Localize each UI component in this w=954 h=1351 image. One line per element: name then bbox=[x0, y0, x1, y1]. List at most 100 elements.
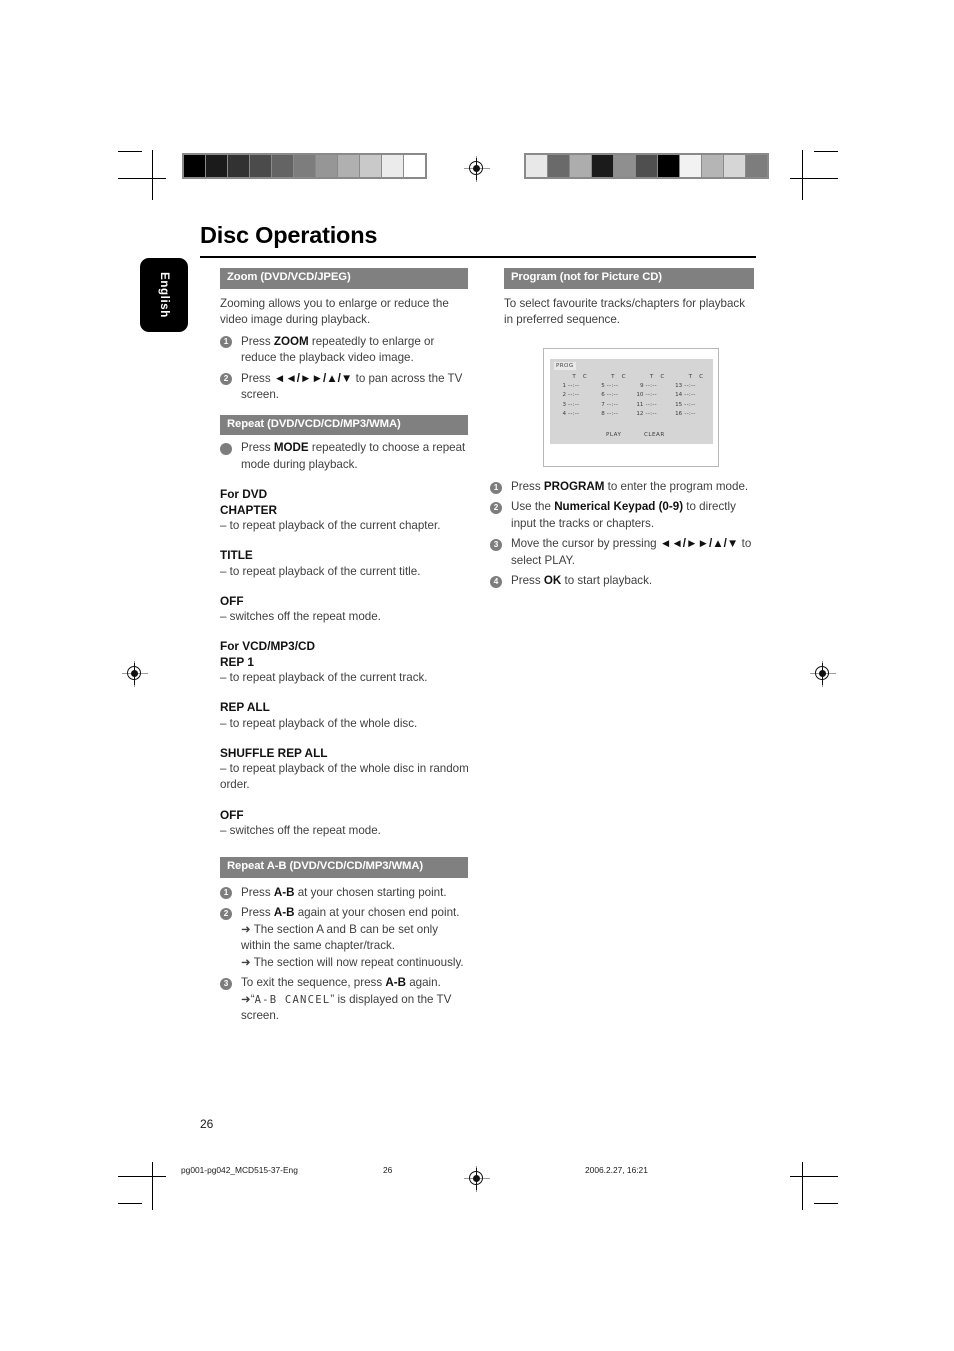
color-swatch bbox=[526, 155, 547, 177]
program-slot-value[interactable]: --:-- bbox=[607, 409, 633, 418]
left-column: Zoom (DVD/VCD/JPEG) Zooming allows you t… bbox=[220, 268, 470, 1029]
program-slot-number: 8 bbox=[601, 410, 605, 417]
repeat-mode-shuffle-block: SHUFFLE REP ALL – to repeat playback of … bbox=[220, 746, 470, 794]
repeat-mode-desc: – to repeat playback of the whole disc. bbox=[220, 716, 418, 730]
program-slot-number: 4 bbox=[562, 410, 566, 417]
repeat-bullet-pre: Press bbox=[241, 441, 274, 455]
program-slot-value[interactable]: --:-- bbox=[684, 382, 710, 391]
column-header-tc: T C bbox=[688, 373, 706, 380]
color-swatch bbox=[592, 155, 613, 177]
program-slot-number: 7 bbox=[601, 401, 605, 408]
color-swatch bbox=[360, 155, 381, 177]
program-slot-value[interactable]: --:-- bbox=[568, 382, 594, 391]
program-track-grid: T CT CT CT C 1 --:-- 5 --:-- 9 --:-- 13 --:-- 2 --… bbox=[555, 372, 710, 418]
program-screen-inner: PROG T CT CT CT C 1 --:-- 5 --:-- 9 --:-- 13 --:… bbox=[550, 359, 713, 444]
program-slot-number: 14 bbox=[675, 392, 683, 399]
spacer-cell bbox=[671, 372, 684, 382]
program-slot-number: 9 bbox=[639, 383, 644, 390]
step-text-post: again at your chosen end point. bbox=[294, 906, 460, 920]
step-marker-icon: 1 bbox=[220, 887, 232, 900]
crop-mark-bottom-left-v bbox=[152, 1162, 153, 1210]
program-slot-value[interactable]: --:-- bbox=[684, 391, 710, 400]
step-marker-icon: 1 bbox=[490, 481, 502, 494]
program-slot-number: 10 bbox=[636, 392, 644, 399]
program-clear-button[interactable]: CLEAR bbox=[644, 432, 665, 438]
program-slot-value[interactable]: --:-- bbox=[646, 400, 672, 409]
color-swatch bbox=[636, 155, 657, 177]
color-swatch bbox=[614, 155, 635, 177]
color-swatch bbox=[272, 155, 293, 177]
program-slot-value[interactable]: --:-- bbox=[684, 409, 710, 418]
repeat-group-dvd: For DVD CHAPTER – to repeat playback of … bbox=[220, 487, 470, 534]
program-slot-value[interactable]: --:-- bbox=[607, 382, 633, 391]
program-slot-value[interactable]: --:-- bbox=[646, 391, 672, 400]
program-steps-container: 1 Press PROGRAM to enter the program mod… bbox=[490, 479, 756, 594]
navigation-arrows-icon: ◄◄/►►/▲/▼ bbox=[273, 371, 353, 385]
program-slot-value[interactable]: --:-- bbox=[568, 409, 594, 418]
program-slot-number: 11 bbox=[636, 401, 644, 408]
step-text-pre: Use the bbox=[511, 500, 555, 514]
program-slot-number: 3 bbox=[562, 401, 566, 408]
color-swatch bbox=[570, 155, 591, 177]
right-column: Program (not for Picture CD) To select f… bbox=[504, 268, 756, 329]
repeat-ab-steps-list: 1 Press A-B at your chosen starting poin… bbox=[220, 885, 470, 1025]
step-marker-icon: 2 bbox=[220, 907, 232, 920]
program-slot-value[interactable]: --:-- bbox=[646, 382, 672, 391]
repeat-mode-repall-block: REP ALL – to repeat playback of the whol… bbox=[220, 700, 470, 732]
program-play-button[interactable]: PLAY bbox=[606, 432, 621, 438]
program-slot-value[interactable]: --:-- bbox=[568, 391, 594, 400]
section-header-repeat: Repeat (DVD/VCD/CD/MP3/WMA) bbox=[220, 414, 468, 436]
registration-mark-top bbox=[464, 156, 490, 182]
repeat-mode-desc: – to repeat playback of the current chap… bbox=[220, 519, 441, 532]
table-row: 1 --:-- 5 --:-- 9 --:-- 13 --:-- bbox=[555, 382, 710, 391]
list-item: 2 Use the Numerical Keypad (0-9) to dire… bbox=[490, 499, 756, 532]
repeat-group-title: For VCD/MP3/CD bbox=[220, 639, 316, 654]
step-marker-icon: 2 bbox=[220, 373, 232, 386]
step-marker-icon: 3 bbox=[490, 538, 502, 551]
zoom-steps-list: 1 Press ZOOM repeatedly to enlarge or re… bbox=[220, 334, 470, 404]
table-row: 4 --:-- 8 --:-- 12 --:-- 16 --:-- bbox=[555, 409, 710, 418]
color-swatch bbox=[702, 155, 723, 177]
column-header-tc: T C bbox=[649, 373, 667, 380]
repeat-mode-name: REP ALL bbox=[220, 700, 270, 715]
step-marker-icon: 3 bbox=[220, 977, 232, 990]
list-item: 3 Move the cursor by pressing ◄◄/►►/▲/▼ … bbox=[490, 536, 756, 569]
footer-file-name: pg001-pg042_MCD515-37-Eng bbox=[181, 1165, 298, 1175]
step-text-post: at your chosen starting point. bbox=[294, 885, 447, 899]
color-swatch bbox=[338, 155, 359, 177]
program-slot-number: 6 bbox=[601, 392, 605, 399]
grayscale-colorbar-left bbox=[182, 153, 427, 179]
repeat-mode-desc: – switches off the repeat mode. bbox=[220, 823, 381, 837]
program-slot-value[interactable]: --:-- bbox=[607, 400, 633, 409]
repeat-mode-off2-block: OFF – switches off the repeat mode. bbox=[220, 808, 470, 840]
lcd-display-text: A-B CANCEL bbox=[254, 993, 331, 1006]
step-substep-2: ➜ The section will now repeat continuous… bbox=[241, 955, 464, 969]
language-tab-label: English bbox=[158, 272, 170, 318]
step-text-post: again. bbox=[405, 976, 441, 990]
registration-mark-right bbox=[810, 661, 836, 687]
color-swatch bbox=[404, 155, 425, 177]
list-item: Press MODE repeatedly to choose a repeat… bbox=[220, 440, 470, 473]
step-text-bold: Numerical Keypad (0-9) bbox=[554, 500, 684, 514]
color-swatch bbox=[184, 155, 205, 177]
repeat-bullet-bold: MODE bbox=[273, 441, 309, 455]
program-slot-value[interactable]: --:-- bbox=[646, 409, 672, 418]
spacer-cell bbox=[633, 372, 646, 382]
program-slot-value[interactable]: --:-- bbox=[684, 400, 710, 409]
program-slot-number: 1 bbox=[562, 383, 566, 390]
program-slot-number: 13 bbox=[675, 383, 683, 390]
list-item: 3 To exit the sequence, press A-B again.… bbox=[220, 975, 470, 1024]
program-slot-value[interactable]: --:-- bbox=[568, 400, 594, 409]
page-title: Disc Operations bbox=[200, 222, 378, 248]
color-swatch bbox=[658, 155, 679, 177]
step-marker-icon: 4 bbox=[490, 575, 502, 588]
column-header-tc: T C bbox=[572, 373, 590, 380]
section-header-repeat-ab: Repeat A-B (DVD/VCD/CD/MP3/WMA) bbox=[220, 857, 468, 878]
crop-mark-top-left-v bbox=[152, 150, 153, 200]
navigation-arrows-icon: ◄◄/►►/▲/▼ bbox=[659, 537, 739, 551]
grayscale-colorbar-right bbox=[524, 153, 769, 179]
step-text-bold: OK bbox=[543, 574, 562, 588]
color-swatch bbox=[294, 155, 315, 177]
list-item: 1 Press PROGRAM to enter the program mod… bbox=[490, 479, 756, 495]
program-slot-value[interactable]: --:-- bbox=[607, 391, 633, 400]
